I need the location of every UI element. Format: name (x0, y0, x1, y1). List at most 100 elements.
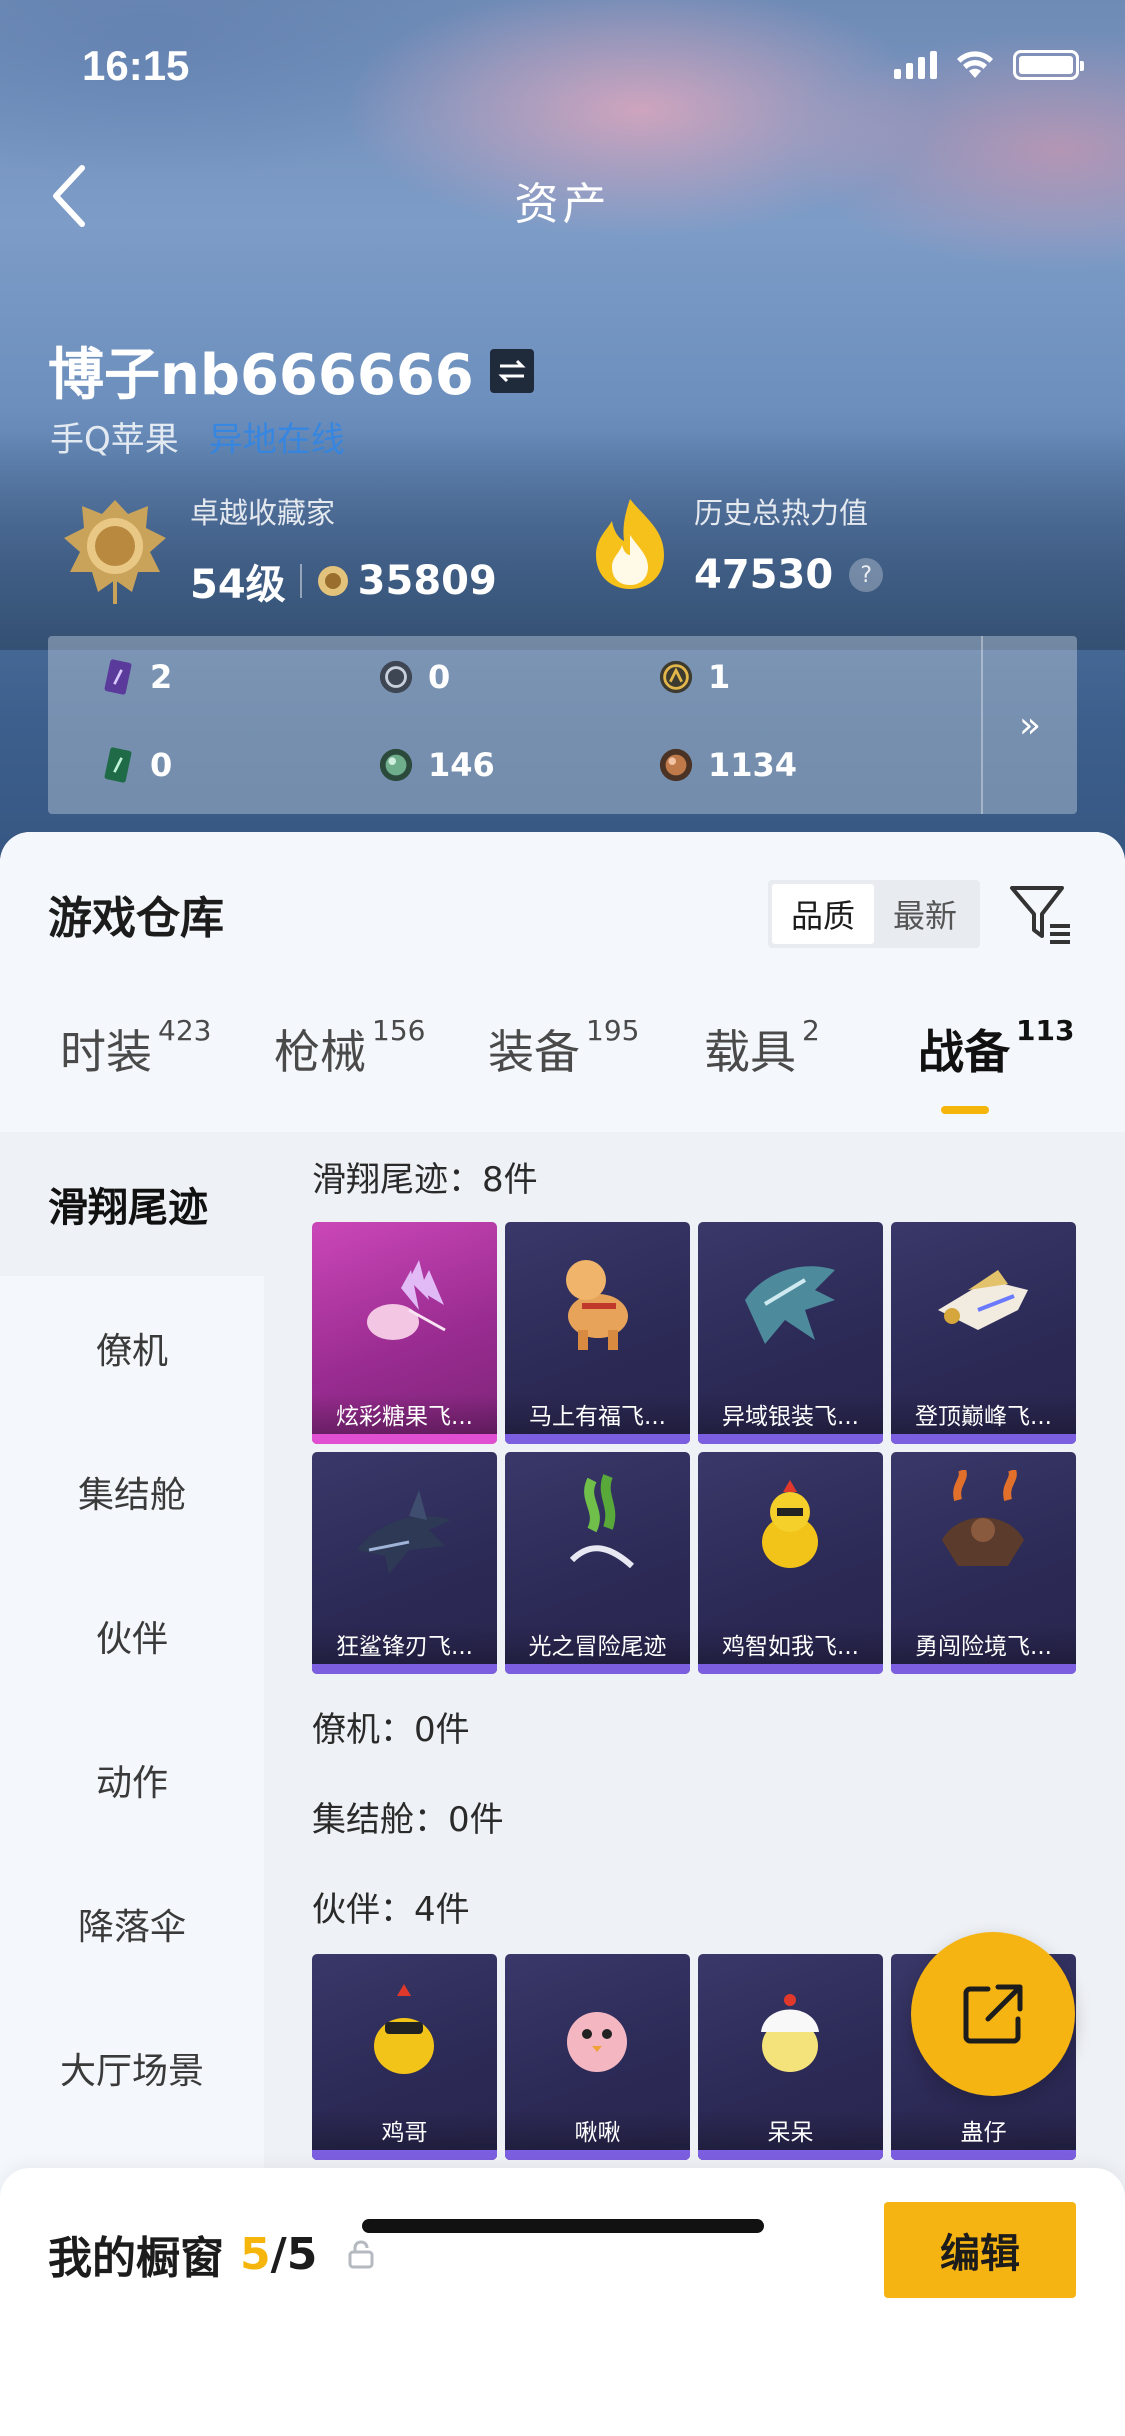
currency-value: 1 (708, 658, 731, 696)
item-card[interactable]: 啾啾 (505, 1954, 690, 2160)
platform-row: 手Q苹果 异地在线 (50, 412, 345, 461)
rarity-strip (505, 1664, 690, 1674)
currency-panel: 2 0 1 0 146 1134 » (48, 636, 1077, 814)
white-chick-partner-icon (761, 1994, 819, 2072)
tab-weapons[interactable]: 枪械 156 (274, 1014, 425, 1082)
silver-coin-icon (379, 660, 413, 694)
sidebar-item-pod[interactable]: 集结舱 (0, 1420, 264, 1564)
tab-count: 195 (586, 1014, 640, 1047)
tab-vehicles[interactable]: 载具 2 (704, 1014, 820, 1082)
heat-info: 历史总热力值 47530 ? (694, 490, 884, 598)
rarity-strip (505, 1434, 690, 1444)
sidebar-item-partner[interactable]: 伙伴 (0, 1564, 264, 1708)
section-title-pod: 集结舱：0件 (312, 1800, 504, 1840)
status-time: 16:15 (82, 42, 190, 89)
active-tab-indicator (941, 1106, 989, 1114)
home-indicator[interactable] (362, 2219, 764, 2233)
item-name: 鸡智如我飞... (698, 1624, 883, 1664)
pink-bird-partner-icon (567, 2012, 627, 2072)
item-card[interactable]: 光之冒险尾迹 (505, 1452, 690, 1674)
rarity-strip (505, 2150, 690, 2160)
currency-value: 2 (150, 658, 173, 696)
item-card[interactable]: 登顶巅峰飞... (891, 1222, 1076, 1444)
warehouse-title: 游戏仓库 (48, 893, 224, 944)
horse-trail-icon (566, 1260, 628, 1350)
sidebar-item-emote[interactable]: 动作 (0, 1708, 264, 1852)
page-title: 资产 (514, 179, 611, 230)
item-name: 蛊仔 (891, 2110, 1076, 2150)
item-name: 登顶巅峰飞... (891, 1394, 1076, 1434)
item-card[interactable]: 勇闯险境飞... (891, 1452, 1076, 1674)
sidebar-item-wingman[interactable]: 僚机 (0, 1276, 264, 1420)
tab-count: 2 (802, 1014, 820, 1047)
item-card[interactable]: 马上有福飞... (505, 1222, 690, 1444)
share-button[interactable] (911, 1932, 1075, 2096)
tab-label: 枪械 (274, 1025, 366, 1079)
sidebar-item-parachute[interactable]: 降落伞 (0, 1852, 264, 1996)
showcase-count: 5/5 (240, 2229, 317, 2280)
sort-by-quality[interactable]: 品质 (772, 884, 874, 944)
summit-trail-icon (938, 1270, 1028, 1330)
help-icon[interactable]: ? (849, 558, 884, 592)
green-card-icon (104, 747, 132, 783)
light-trail-icon (569, 1474, 635, 1569)
filter-icon[interactable] (1008, 882, 1074, 948)
shark-trail-icon (357, 1490, 451, 1574)
profile-header: 16:15 资产 博子nb666666 手Q苹果 异地在线 卓越收藏家 54级 … (0, 0, 1125, 900)
tab-label: 装备 (488, 1025, 580, 1079)
rarity-strip (698, 1434, 883, 1444)
purple-card-icon (104, 659, 132, 695)
more-currencies-button[interactable]: » (981, 636, 1077, 814)
heat-stat[interactable]: 历史总热力值 47530 ? (588, 490, 884, 598)
item-card[interactable]: 鸡哥 (312, 1954, 497, 2160)
item-name: 啾啾 (505, 2110, 690, 2150)
lock-icon[interactable] (347, 2239, 375, 2269)
showcase-current: 5 (240, 2228, 271, 2280)
sidebar-item-glide-trail[interactable]: 滑翔尾迹 (0, 1132, 264, 1276)
collector-badge-icon (64, 500, 166, 604)
collector-stat[interactable]: 卓越收藏家 54级 35809 (56, 490, 497, 610)
switch-account-icon[interactable] (489, 348, 534, 393)
currency-item: 1134 (658, 746, 797, 784)
username-text: 博子nb666666 (48, 343, 474, 408)
showcase-total: /5 (270, 2228, 318, 2280)
tab-fashion[interactable]: 时装 423 (60, 1014, 211, 1082)
divider (299, 564, 302, 598)
wifi-icon (957, 51, 993, 78)
item-card[interactable]: 狂鲨锋刃飞... (312, 1452, 497, 1674)
showcase-label: 我的橱窗 (48, 2233, 224, 2284)
login-status: 异地在线 (208, 420, 345, 460)
chicken-partner-icon (374, 1984, 434, 2074)
sidebar-item-lobby-scene[interactable]: 大厅场景 (0, 1996, 264, 2140)
tab-label: 载具 (704, 1025, 796, 1079)
tab-combat-prep[interactable]: 战备 113 (918, 1014, 1074, 1082)
item-name: 炫彩糖果飞... (312, 1394, 497, 1434)
rarity-strip (698, 2150, 883, 2160)
sort-by-newest[interactable]: 最新 (874, 884, 976, 944)
rarity-strip (312, 2150, 497, 2160)
currency-item: 1 (658, 658, 730, 696)
section-title-partner: 伙伴：4件 (312, 1890, 470, 1930)
sort-toggle: 品质 最新 (768, 880, 980, 948)
currency-value: 1134 (708, 746, 798, 784)
bronze-orb-icon (659, 748, 693, 782)
rarity-strip (698, 1664, 883, 1674)
category-tabs: 时装 423 枪械 156 装备 195 载具 2 战备 113 (0, 1014, 1125, 1116)
tab-equipment[interactable]: 装备 195 (488, 1014, 640, 1082)
item-card[interactable]: 鸡智如我飞... (698, 1452, 883, 1674)
item-card[interactable]: 异域银装飞... (698, 1222, 883, 1444)
rarity-strip (891, 2150, 1076, 2160)
collector-info: 卓越收藏家 54级 35809 (190, 490, 497, 610)
item-card[interactable]: 呆呆 (698, 1954, 883, 2160)
item-name: 异域银装飞... (698, 1394, 883, 1434)
heat-label: 历史总热力值 (694, 496, 869, 530)
item-name: 马上有福飞... (505, 1394, 690, 1434)
green-orb-icon (379, 748, 413, 782)
rarity-strip (891, 1434, 1076, 1444)
cellular-signal-icon (894, 51, 937, 79)
rarity-strip (312, 1664, 497, 1674)
item-card[interactable]: 炫彩糖果飞... (312, 1222, 497, 1444)
edit-button[interactable]: 编辑 (884, 2202, 1076, 2298)
currency-value: 0 (150, 746, 173, 784)
silver-trail-icon (745, 1266, 835, 1344)
